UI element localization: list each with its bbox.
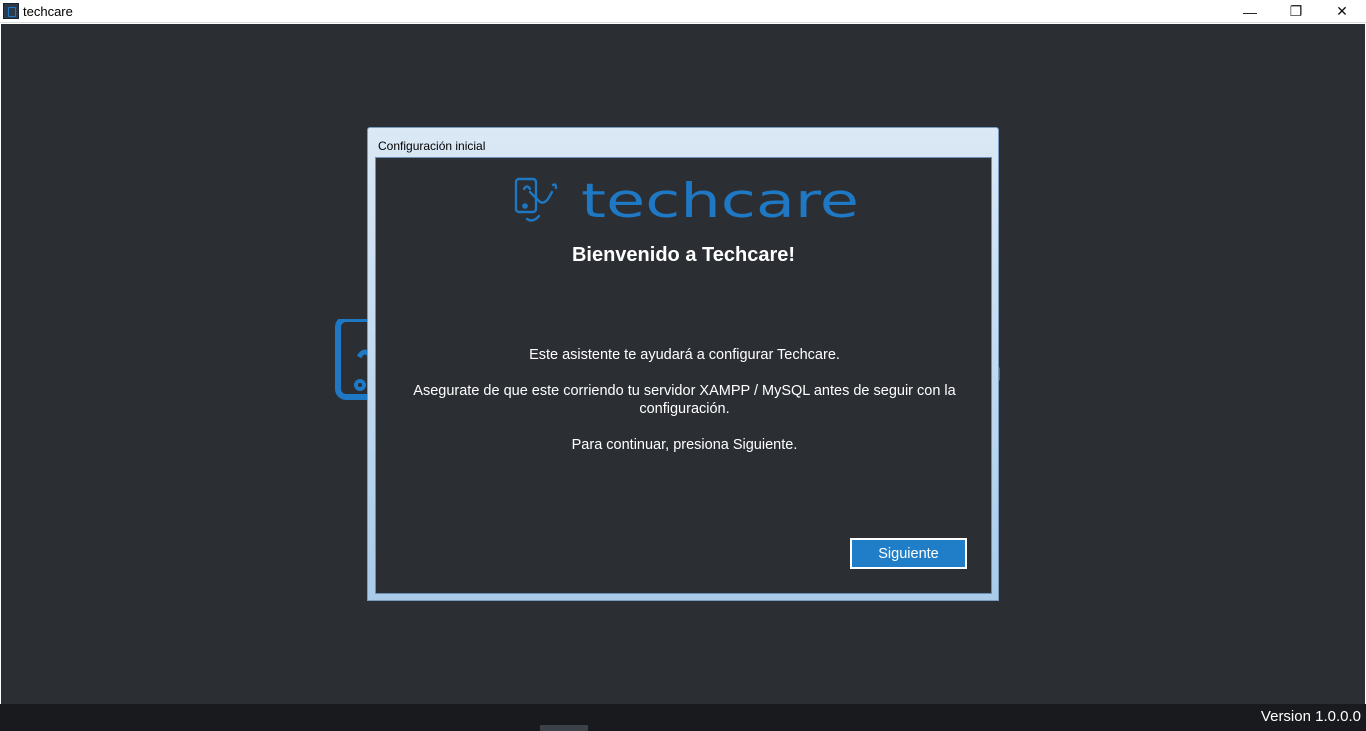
- dialog-title: Configuración inicial: [378, 139, 486, 153]
- dialog-content: techcare Bienvenido a Techcare! Este asi…: [375, 157, 992, 594]
- status-bar: Version 1.0.0.0: [0, 704, 1366, 731]
- status-bar-tab: [540, 725, 588, 731]
- app-icon: [3, 3, 19, 19]
- continue-message: Para continuar, presiona Siguiente.: [571, 437, 798, 453]
- phone-hand-icon: [514, 177, 558, 222]
- version-label: Version 1.0.0.0: [1260, 708, 1361, 725]
- close-button[interactable]: ✕: [1319, 0, 1365, 23]
- next-button[interactable]: Siguiente: [850, 538, 967, 569]
- setup-dialog: Configuración inicial techcare Bienvenid…: [367, 127, 999, 601]
- logo-text: techcare: [581, 175, 859, 225]
- intro-message: Este asistente te ayudará a configurar T…: [529, 347, 840, 363]
- maximize-button[interactable]: ❐: [1273, 0, 1319, 23]
- server-warning-message: Asegurate de que este corriendo tu servi…: [413, 383, 956, 417]
- window-title: techcare: [23, 4, 73, 19]
- minimize-button[interactable]: —: [1227, 0, 1273, 23]
- techcare-logo: techcare: [514, 175, 859, 225]
- welcome-heading: Bienvenido a Techcare!: [571, 244, 796, 266]
- window-titlebar: techcare — ❐ ✕: [0, 0, 1366, 23]
